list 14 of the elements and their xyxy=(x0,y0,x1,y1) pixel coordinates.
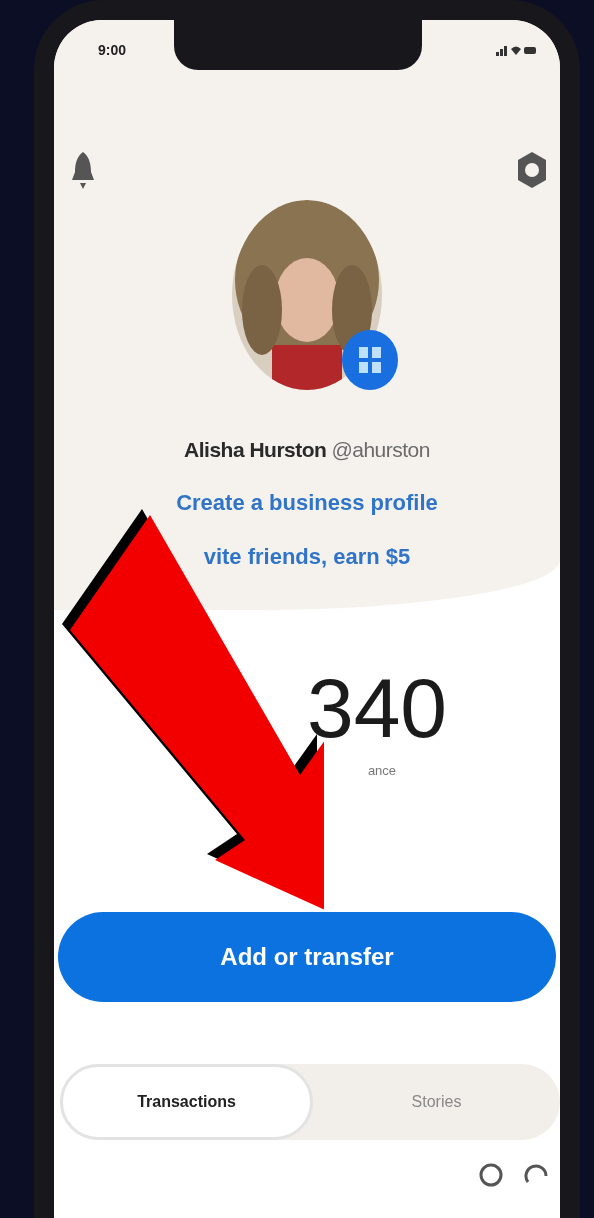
balance-amount: 340 xyxy=(305,660,448,757)
balance-label: ance xyxy=(366,763,397,778)
add-transfer-button[interactable]: Add or transfer xyxy=(58,912,556,1002)
qr-code-icon xyxy=(359,347,381,373)
qr-badge[interactable] xyxy=(342,330,398,390)
search-icon[interactable] xyxy=(478,1162,504,1188)
status-icons xyxy=(496,44,536,56)
profile-link[interactable]: vite friends, earn $5 xyxy=(203,544,411,570)
tab[interactable]: Transactions xyxy=(60,1064,313,1140)
tab[interactable]: Stories xyxy=(313,1064,560,1140)
profile-link[interactable]: Create a business profile xyxy=(176,490,438,516)
profile-name: Alisha Hurston @ahurston xyxy=(184,438,430,462)
status-time: 9:00 xyxy=(98,42,127,58)
bell-icon[interactable] xyxy=(70,150,96,190)
